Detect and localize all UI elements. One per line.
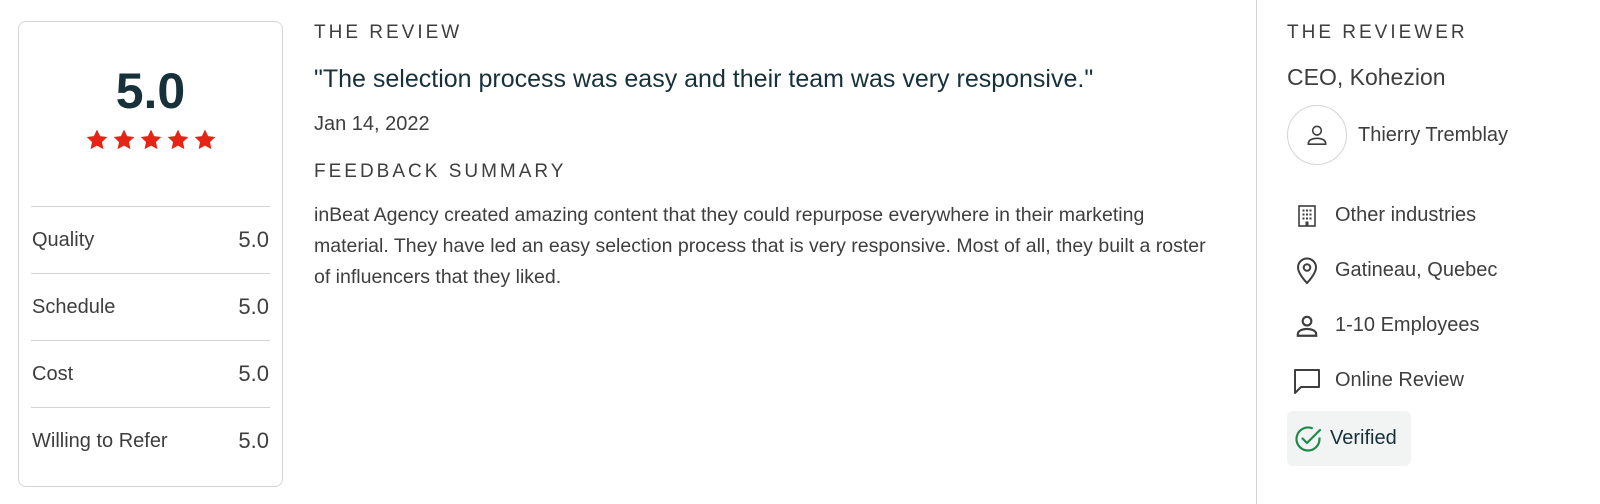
- review-type-label: Online Review: [1335, 369, 1464, 391]
- metric-row-schedule: Schedule 5.0: [31, 273, 270, 340]
- detail-company-size: 1-10 Employees: [1287, 298, 1587, 353]
- verified-badge: Verified: [1287, 411, 1411, 466]
- metric-label: Schedule: [32, 295, 116, 318]
- location-label: Gatineau, Quebec: [1335, 259, 1498, 281]
- building-icon: [1287, 204, 1327, 228]
- metric-row-quality: Quality 5.0: [31, 206, 270, 273]
- rating-breakdown: Quality 5.0 Schedule 5.0 Cost 5.0 Willin…: [31, 206, 270, 474]
- chat-bubble-icon: [1287, 367, 1327, 395]
- metric-value: 5.0: [238, 294, 269, 319]
- location-pin-icon: [1287, 257, 1327, 285]
- star-icon: [166, 128, 190, 152]
- review-quote: "The selection process was easy and thei…: [314, 65, 1094, 93]
- person-icon: [1287, 313, 1327, 339]
- feedback-summary-heading: FEEDBACK SUMMARY: [314, 160, 567, 182]
- review-date: Jan 14, 2022: [314, 112, 430, 135]
- review-heading: THE REVIEW: [314, 22, 463, 43]
- reviewer-section: THE REVIEWER CEO, Kohezion Thierry Tremb…: [1287, 22, 1587, 466]
- metric-row-willing-to-refer: Willing to Refer 5.0: [31, 407, 270, 474]
- company-size-label: 1-10 Employees: [1335, 314, 1480, 336]
- user-icon: [1307, 125, 1327, 146]
- star-icon: [85, 128, 109, 152]
- metric-value: 5.0: [238, 227, 269, 252]
- reviewer-heading: THE REVIEWER: [1287, 22, 1468, 43]
- overall-rating: 5.0: [115, 63, 186, 119]
- metric-label: Cost: [32, 362, 74, 385]
- avatar: [1287, 105, 1347, 165]
- detail-review-type: Online Review: [1287, 353, 1587, 408]
- star-icon: [112, 128, 136, 152]
- column-divider: [1256, 0, 1257, 504]
- metric-label: Willing to Refer: [32, 429, 168, 452]
- industry-label: Other industries: [1335, 204, 1477, 226]
- metric-row-cost: Cost 5.0: [31, 340, 270, 407]
- metric-value: 5.0: [238, 361, 269, 386]
- verified-label: Verified: [1330, 427, 1397, 449]
- reviewer-identity: Thierry Tremblay: [1287, 105, 1587, 165]
- rating-card: 5.0 Quality 5.0 Schedule 5.0 Cost 5.0 Wi…: [18, 21, 283, 487]
- detail-industry: Other industries: [1287, 188, 1587, 243]
- star-rating: [19, 128, 282, 152]
- reviewer-role: CEO, Kohezion: [1287, 64, 1446, 90]
- star-icon: [139, 128, 163, 152]
- check-circle-icon: [1293, 424, 1323, 454]
- metric-label: Quality: [32, 228, 95, 251]
- feedback-summary-text: inBeat Agency created amazing content th…: [314, 203, 1206, 288]
- reviewer-details: Other industries Gatineau, Quebec 1-10 E…: [1287, 188, 1587, 466]
- reviewer-name: Thierry Tremblay: [1358, 123, 1509, 146]
- star-icon: [193, 128, 217, 152]
- review-section: THE REVIEW "The selection process was ea…: [314, 22, 1214, 293]
- detail-location: Gatineau, Quebec: [1287, 243, 1587, 298]
- metric-value: 5.0: [238, 428, 269, 453]
